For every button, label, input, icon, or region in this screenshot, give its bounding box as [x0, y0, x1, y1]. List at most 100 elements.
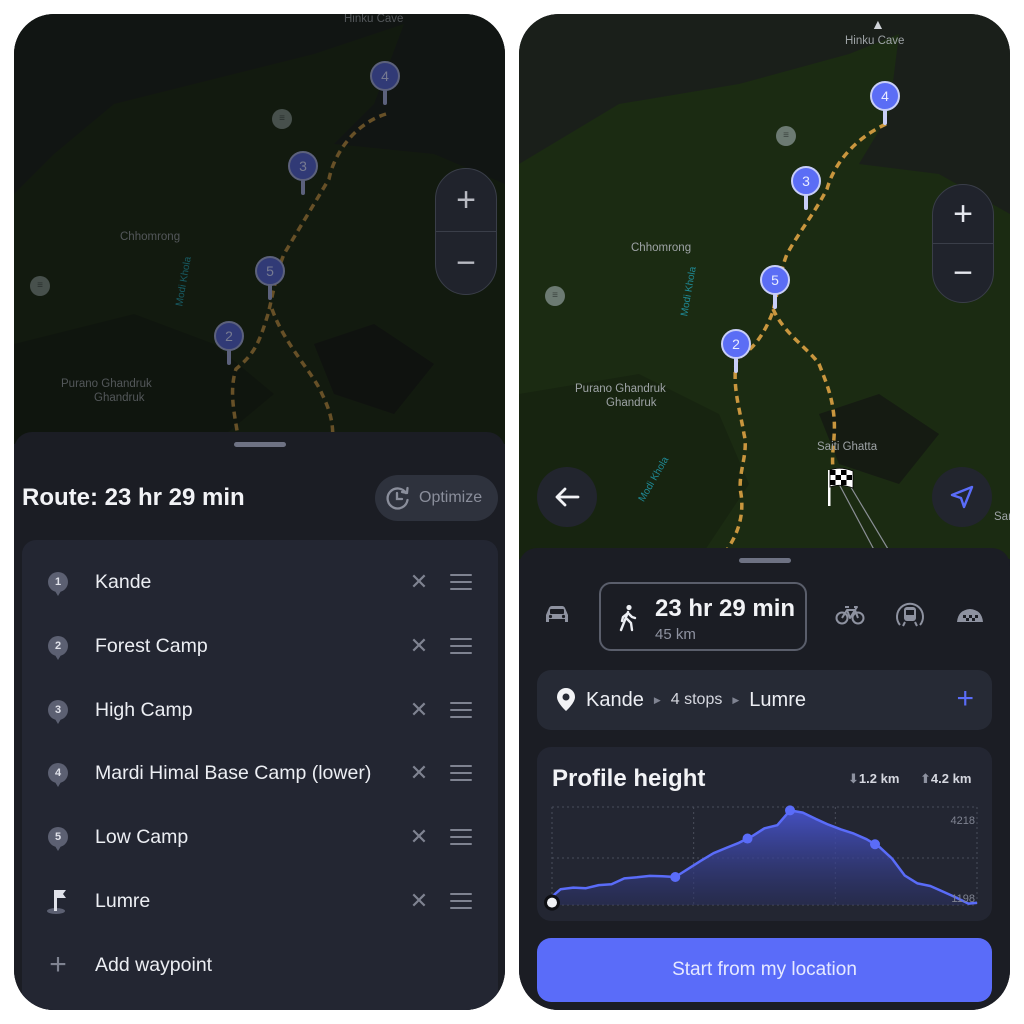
map-pin-5[interactable]: 5 [255, 256, 285, 302]
walk-icon [619, 604, 637, 632]
waypoint-name: Kande [95, 570, 152, 593]
map-label-hinku-cave: Hinku Cave [845, 35, 905, 47]
waypoint-row[interactable]: 2 Forest Camp ✕ [22, 621, 498, 671]
transport-mode-car[interactable] [540, 600, 574, 630]
remove-waypoint-icon[interactable]: ✕ [408, 824, 430, 849]
bicycle-icon [835, 606, 865, 625]
remove-waypoint-icon[interactable]: ✕ [408, 760, 430, 785]
sheet-drag-handle[interactable] [233, 442, 286, 447]
route-title: Route: 23 hr 29 min [22, 484, 245, 511]
scrubber-handle-dot [547, 897, 557, 908]
bottom-sheet: Route: 23 hr 29 min Optimize 1 Kande ✕ 2… [14, 432, 505, 1010]
poi-icon[interactable]: ≡ [545, 286, 565, 306]
map-label-chhomrong: Chhomrong [120, 231, 181, 243]
waypoint-row[interactable]: 4 Mardi Himal Base Camp (lower) ✕ [22, 748, 498, 798]
stop-count: 4 stops [670, 691, 723, 708]
waypoint-name: High Camp [95, 698, 193, 721]
waypoint-marker [785, 805, 795, 816]
remove-waypoint-icon[interactable]: ✕ [408, 569, 430, 594]
map-pin-3[interactable]: 3 [791, 166, 821, 212]
y-tick-label-max: 4218 [951, 815, 975, 827]
map-view[interactable]: ▲ Hinku Cave Chhomrong Modi Khola Modi K… [519, 14, 1010, 559]
remove-waypoint-icon[interactable]: ✕ [408, 888, 430, 913]
transport-mode-walk[interactable]: 23 hr 29 min 45 km [599, 582, 807, 651]
drag-handle-icon[interactable] [450, 635, 472, 657]
waypoint-number-icon: 3 [46, 698, 70, 724]
end-location: Lumre [749, 688, 806, 711]
add-waypoint-label: Add waypoint [95, 953, 213, 976]
chevron-right-icon: ▶ [653, 694, 661, 705]
poi-icon[interactable]: ≡ [776, 126, 796, 146]
map-label-ghandruk: Ghandruk [94, 392, 145, 404]
waypoint-name: Low Camp [95, 825, 189, 848]
y-tick-label-min: 1198 [951, 893, 975, 905]
map-pin-4[interactable]: 4 [370, 61, 400, 107]
drag-handle-icon[interactable] [450, 762, 472, 784]
remove-waypoint-icon[interactable]: ✕ [408, 633, 430, 658]
waypoint-number-icon: 2 [46, 634, 70, 660]
map-label-sar: Sar [994, 511, 1010, 523]
walk-distance: 45 km [655, 626, 696, 643]
map-label-saiti-ghatta: Saiti Ghatta [817, 441, 878, 453]
route-overview-screen: ▲ Hinku Cave Chhomrong Modi Khola Modi K… [519, 14, 1010, 1010]
location-pin-icon [557, 688, 575, 711]
start-navigation-button[interactable]: Start from my location [537, 938, 992, 1002]
zoom-in-button[interactable]: + [933, 185, 993, 243]
add-stop-button[interactable]: + [956, 684, 974, 714]
waypoint-row[interactable]: 1 Kande ✕ [22, 557, 498, 607]
poi-icon[interactable]: ≡ [30, 276, 50, 296]
finish-flag-icon [46, 889, 70, 914]
map-label-purano-ghandruk: Purano Ghandruk [61, 378, 152, 390]
waypoint-number-icon: 5 [46, 825, 70, 851]
waypoint-row[interactable]: 3 High Camp ✕ [22, 685, 498, 735]
navigation-arrow-icon [950, 485, 974, 509]
map-pin-4[interactable]: 4 [870, 81, 900, 127]
zoom-control: + − [932, 184, 994, 303]
drag-handle-icon[interactable] [450, 890, 472, 912]
map-pin-5[interactable]: 5 [760, 265, 790, 311]
taxi-icon [957, 609, 983, 622]
drag-handle-icon[interactable] [450, 826, 472, 848]
map-view[interactable]: Hinku Cave Chhomrong Modi Khola Purano G… [14, 14, 505, 444]
finish-flag-icon[interactable] [826, 466, 856, 513]
zoom-out-button[interactable]: − [436, 232, 496, 294]
sheet-drag-handle[interactable] [738, 558, 791, 563]
peak-icon: ▲ [871, 16, 885, 32]
waypoint-name: Lumre [95, 889, 151, 912]
transport-mode-bike[interactable] [833, 600, 867, 630]
elevation-chart[interactable]: 4218 1198 [537, 747, 992, 921]
waypoint-row[interactable]: 5 Low Camp ✕ [22, 812, 498, 862]
start-location: Kande [586, 688, 644, 711]
route-stops-summary[interactable]: Kande ▶ 4 stops ▶ Lumre + [537, 670, 992, 730]
back-button[interactable] [537, 467, 597, 527]
transport-mode-taxi[interactable] [953, 600, 987, 630]
optimize-clock-icon [386, 486, 409, 510]
walk-duration: 23 hr 29 min [655, 595, 796, 622]
my-location-button[interactable] [932, 467, 992, 527]
add-waypoint-button[interactable]: + Add waypoint [22, 940, 498, 990]
waypoint-marker [742, 833, 753, 844]
map-pin-2[interactable]: 2 [721, 329, 751, 375]
bottom-sheet: 23 hr 29 min 45 km Kande ▶ 4 stops ▶ Lum… [519, 548, 1010, 1010]
map-label-chhomrong: Chhomrong [631, 242, 692, 254]
map-label-purano-ghandruk: Purano Ghandruk [575, 383, 666, 395]
map-pin-3[interactable]: 3 [288, 151, 318, 197]
zoom-out-button[interactable]: − [933, 244, 993, 302]
drag-handle-icon[interactable] [450, 571, 472, 593]
train-icon [896, 602, 924, 627]
waypoint-number-icon: 1 [46, 570, 70, 596]
optimize-label: Optimize [419, 489, 483, 506]
transport-mode-transit[interactable] [893, 600, 927, 630]
waypoint-marker [870, 839, 880, 850]
waypoint-number-icon: 4 [46, 761, 70, 787]
drag-handle-icon[interactable] [450, 699, 472, 721]
zoom-in-button[interactable]: + [436, 169, 496, 231]
map-pin-2[interactable]: 2 [214, 321, 244, 367]
elevation-profile-card: Profile height ⬇1.2 km ⬆4.2 km 4218 1198 [537, 747, 992, 921]
poi-icon[interactable]: ≡ [272, 109, 292, 129]
remove-waypoint-icon[interactable]: ✕ [408, 697, 430, 722]
waypoint-row[interactable]: Lumre ✕ [22, 876, 498, 926]
waypoint-name: Mardi Himal Base Camp (lower) [95, 761, 372, 784]
optimize-button[interactable]: Optimize [375, 475, 498, 521]
route-editor-screen: Hinku Cave Chhomrong Modi Khola Purano G… [14, 14, 505, 1010]
